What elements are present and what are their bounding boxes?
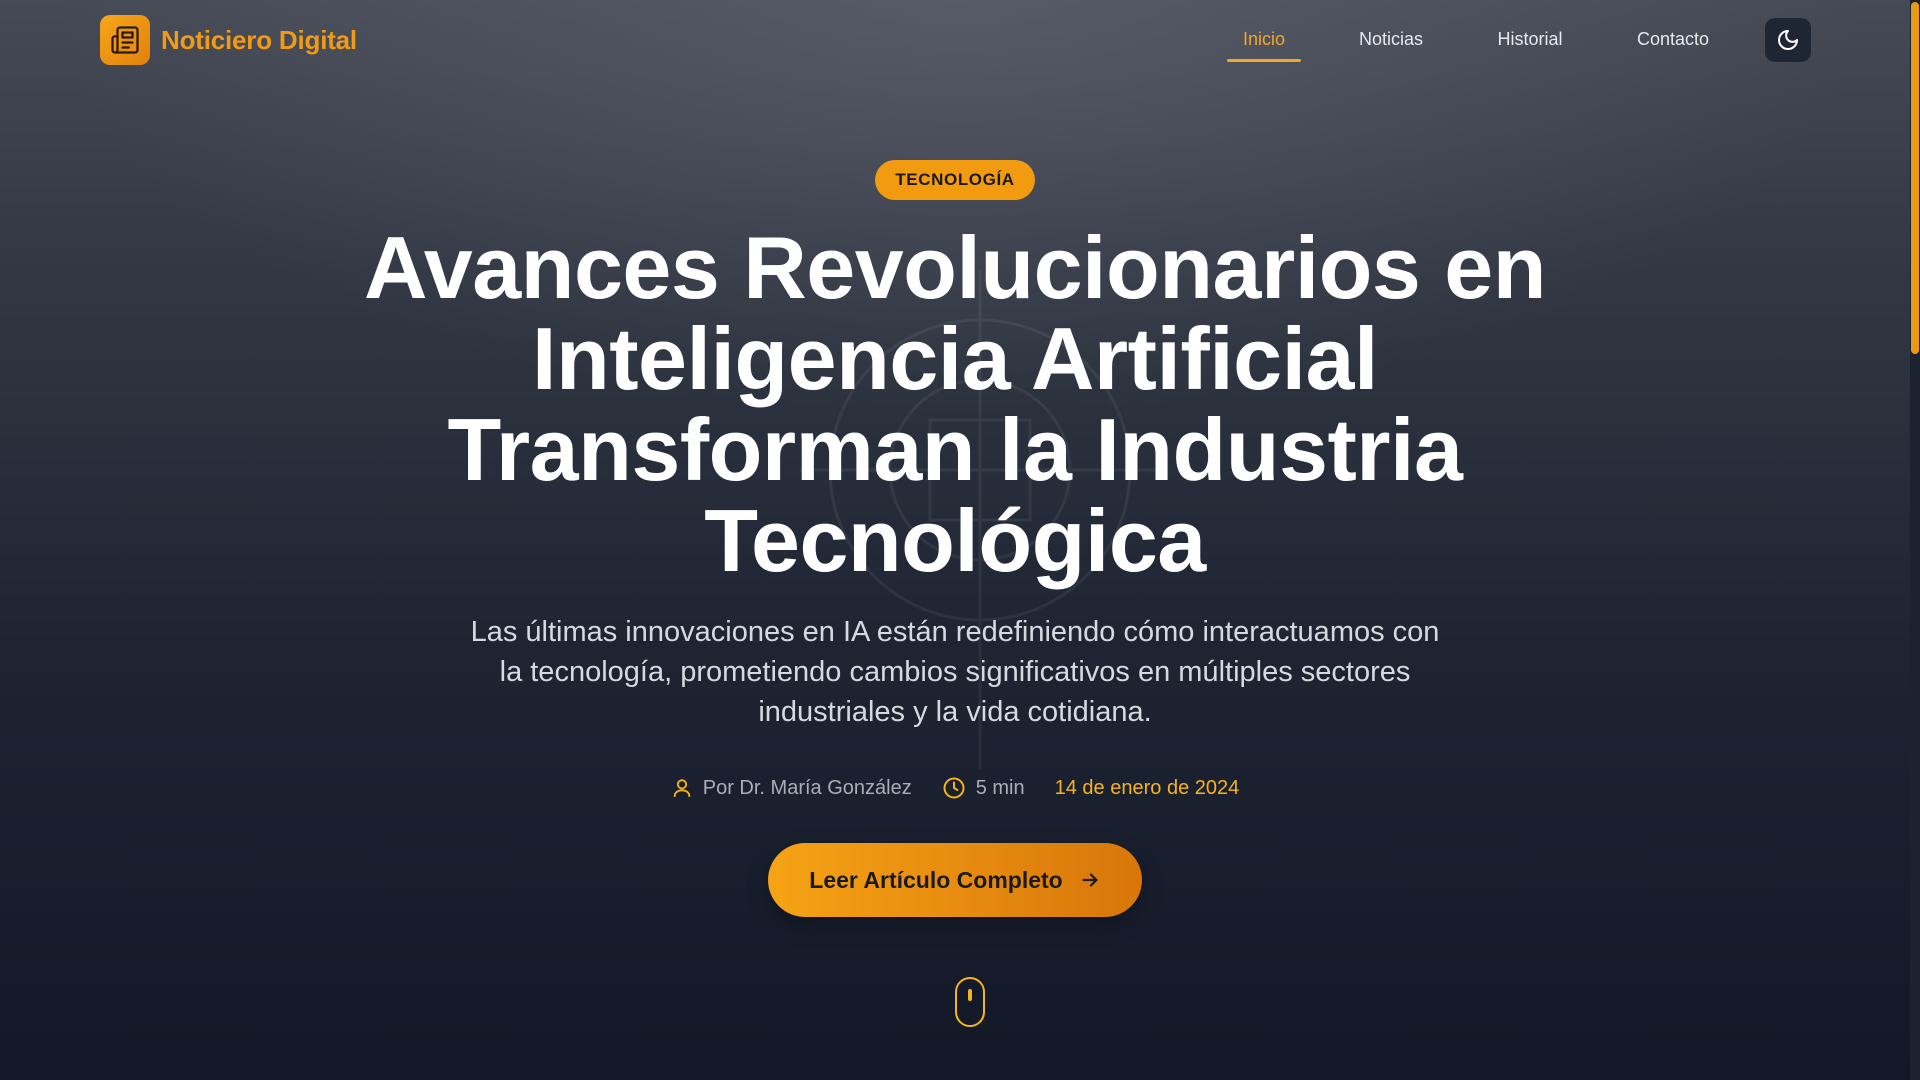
- site-header: Noticiero Digital Inicio Noticias Histor…: [0, 0, 1910, 80]
- scrollbar-thumb[interactable]: [1911, 2, 1919, 354]
- page-scrollbar[interactable]: [1910, 0, 1920, 1080]
- author-name: Por Dr. María González: [702, 776, 912, 799]
- category-badge[interactable]: TECNOLOGÍA: [875, 160, 1035, 200]
- nav-item-noticias[interactable]: Noticias: [1356, 26, 1426, 62]
- mouse-icon[interactable]: [955, 977, 985, 1027]
- nav-item-contacto[interactable]: Contacto: [1634, 26, 1712, 62]
- theme-toggle-button[interactable]: [1765, 18, 1811, 62]
- user-icon: [673, 779, 690, 798]
- read-time: 5 min: [942, 776, 1025, 800]
- newspaper-icon: [100, 15, 150, 65]
- site-name: Noticiero Digital: [161, 24, 357, 55]
- arrow-right-icon: [1082, 873, 1098, 887]
- nav-item-historial[interactable]: Historial: [1494, 26, 1566, 62]
- article-subtitle: Las últimas innovaciones en IA están red…: [470, 616, 1440, 728]
- scroll-wheel-dot: [968, 989, 972, 1001]
- moon-icon: [1778, 30, 1798, 50]
- site-logo[interactable]: Noticiero Digital: [100, 15, 357, 65]
- read-article-label: Leer Artículo Completo: [809, 866, 1063, 893]
- nav-item-inicio[interactable]: Inicio: [1227, 26, 1301, 62]
- author-info: Por Dr. María González: [671, 777, 912, 800]
- page: Noticiero Digital Inicio Noticias Histor…: [0, 0, 1920, 1080]
- article-title: Avances Revolucionarios en Inteligencia …: [364, 218, 1546, 590]
- read-article-button[interactable]: Leer Artículo Completo: [768, 843, 1142, 917]
- article-meta: Por Dr. María González 5 min 14 de enero…: [0, 772, 1910, 804]
- read-time-label: 5 min: [975, 776, 1025, 799]
- publish-date: 14 de enero de 2024: [1054, 776, 1240, 799]
- clock-icon: [943, 777, 965, 799]
